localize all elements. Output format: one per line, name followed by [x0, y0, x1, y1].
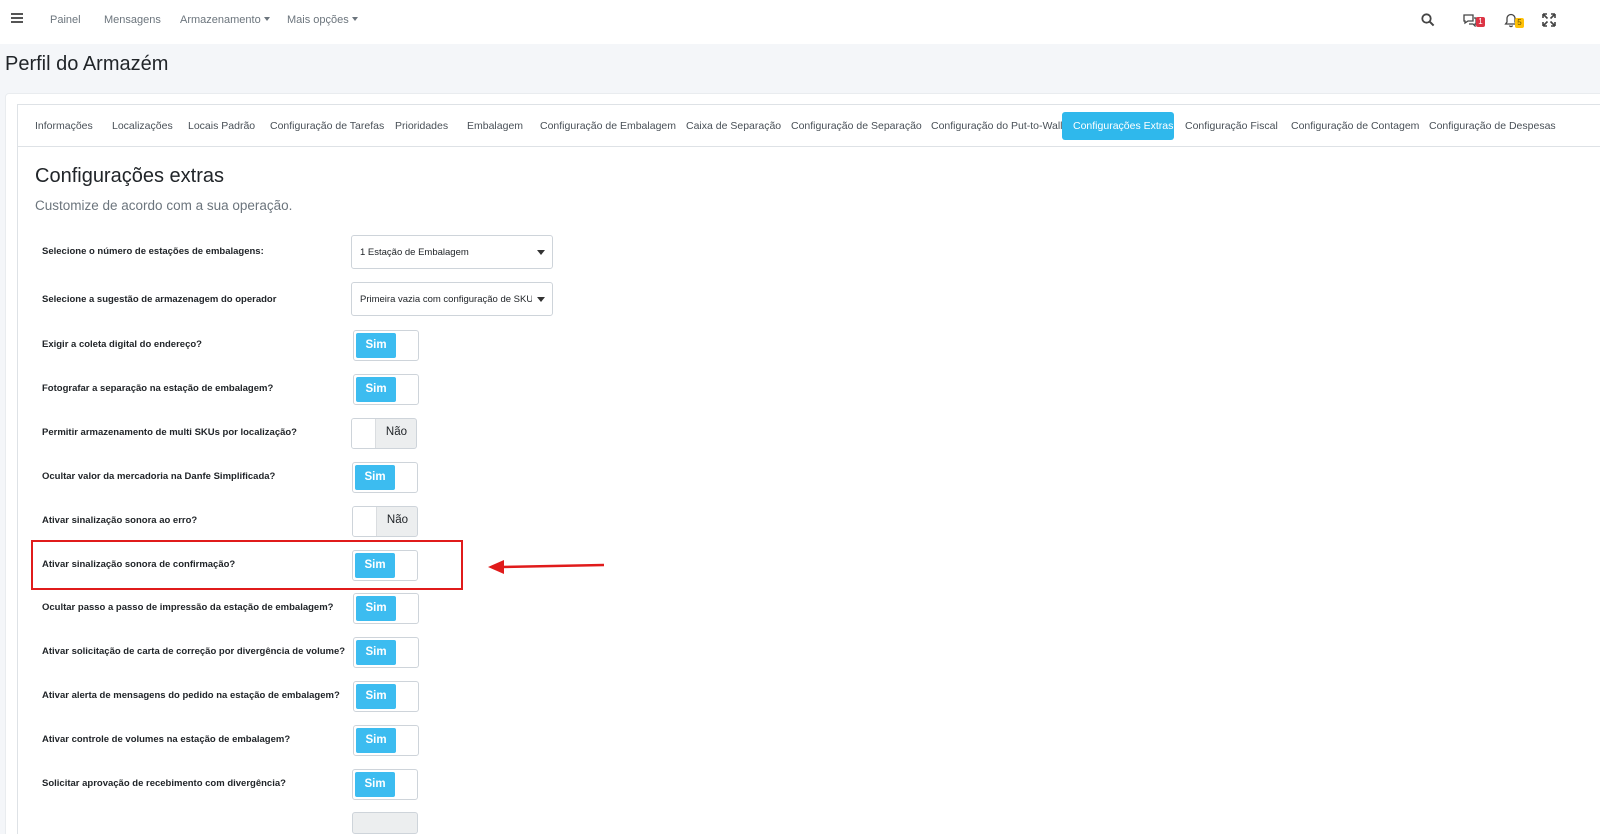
- tab-configuracao-de-despesas[interactable]: Configuração de Despesas: [1418, 112, 1567, 140]
- tab-configuracao-do-put-to-wall[interactable]: Configuração do Put-to-Wall: [920, 112, 1074, 140]
- section-subtitle: Customize de acordo com a sua operação.: [35, 198, 293, 213]
- toggle-knob: [353, 507, 377, 536]
- toggle-on-label: Sim: [356, 377, 396, 402]
- toggle-coleta-digital[interactable]: Sim: [353, 330, 419, 361]
- toggle-fotografar-separacao[interactable]: Sim: [353, 374, 419, 405]
- toggle-off-label: Não: [386, 514, 408, 526]
- nav-painel[interactable]: Painel: [50, 14, 81, 26]
- tab-embalagem[interactable]: Embalagem: [456, 112, 534, 140]
- toggle-sonora-erro[interactable]: Não: [352, 506, 418, 537]
- toggle-label-alerta-mensagens: Ativar alerta de mensagens do pedido na …: [42, 690, 340, 701]
- tab-configuracao-de-contagem[interactable]: Configuração de Contagem: [1280, 112, 1430, 140]
- toggle-off-label: Não: [385, 426, 407, 438]
- tab-bar: Informações Localizações Locais Padrão C…: [17, 104, 1600, 147]
- toggle-next-partial[interactable]: [352, 812, 418, 834]
- packing-stations-value: 1 Estação de Embalagem: [360, 247, 469, 258]
- toggle-label-aprovacao-recebimento: Solicitar aprovação de recebimento com d…: [42, 778, 286, 789]
- toggle-label-sonora-erro: Ativar sinalização sonora ao erro?: [42, 515, 198, 526]
- tab-configuracao-de-embalagem[interactable]: Configuração de Embalagem: [529, 112, 687, 140]
- section-title: Configurações extras: [35, 165, 224, 187]
- toggle-label-ocultar-passo-impressao: Ocultar passo a passo de impressão da es…: [42, 602, 334, 613]
- nav-armazenamento-label: Armazenamento: [180, 14, 261, 26]
- toggle-on-label: Sim: [356, 640, 396, 665]
- toggle-label-carta-correcao: Ativar solicitação de carta de correção …: [42, 646, 346, 657]
- tab-localizacoes[interactable]: Localizações: [101, 112, 184, 140]
- settings-panel: [17, 104, 1600, 834]
- toggle-ocultar-valor-danfe[interactable]: Sim: [352, 462, 418, 493]
- tab-configuracao-de-separacao[interactable]: Configuração de Separação: [780, 112, 933, 140]
- fullscreen-icon[interactable]: [1542, 13, 1560, 31]
- tab-configuracao-de-tarefas[interactable]: Configuração de Tarefas: [259, 112, 395, 140]
- toggle-on-label: Sim: [356, 728, 396, 753]
- toggle-label-ocultar-valor-danfe: Ocultar valor da mercadoria na Danfe Sim…: [42, 471, 276, 482]
- tab-prioridades[interactable]: Prioridades: [384, 112, 459, 140]
- toggle-multi-skus[interactable]: Não: [351, 418, 417, 449]
- packing-stations-label: Selecione o número de estações de embala…: [42, 246, 264, 257]
- packing-stations-select[interactable]: 1 Estação de Embalagem: [351, 235, 553, 269]
- toggle-ocultar-passo-impressao[interactable]: Sim: [353, 593, 419, 624]
- search-icon[interactable]: [1421, 13, 1439, 31]
- annotation-arrow-icon: [488, 560, 605, 574]
- toggle-controle-volumes[interactable]: Sim: [353, 725, 419, 756]
- tab-caixa-de-separacao[interactable]: Caixa de Separação: [675, 112, 792, 140]
- tab-configuracao-fiscal[interactable]: Configuração Fiscal: [1174, 112, 1289, 140]
- toggle-on-label: Sim: [356, 333, 396, 358]
- toggle-on-label: Sim: [355, 465, 395, 490]
- toggle-aprovacao-recebimento[interactable]: Sim: [352, 769, 418, 800]
- toggle-label-multi-skus: Permitir armazenamento de multi SKUs por…: [42, 427, 297, 438]
- toggle-on-label: Sim: [355, 772, 395, 797]
- page-title: Perfil do Armazém: [5, 53, 169, 75]
- toggle-label-coleta-digital: Exigir a coleta digital do endereço?: [42, 339, 202, 350]
- caret-down-icon: [537, 297, 545, 302]
- nav-mensagens[interactable]: Mensagens: [104, 14, 161, 26]
- nav-mais-opcoes-label: Mais opções: [287, 14, 349, 26]
- caret-down-icon: [537, 250, 545, 255]
- tab-informacoes[interactable]: Informações: [24, 112, 104, 140]
- highlight-box: [31, 540, 463, 590]
- toggle-alerta-mensagens[interactable]: Sim: [353, 681, 419, 712]
- menu-icon[interactable]: [11, 13, 23, 23]
- toggle-label-controle-volumes: Ativar controle de volumes na estação de…: [42, 734, 291, 745]
- toggle-on-label: Sim: [356, 684, 396, 709]
- nav-mais-opcoes[interactable]: Mais opções: [287, 14, 358, 26]
- toggle-on-label: Sim: [356, 596, 396, 621]
- storage-suggestion-select[interactable]: Primeira vazia com configuração de SKU: [351, 282, 553, 316]
- toggle-label-fotografar-separacao: Fotografar a separação na estação de emb…: [42, 383, 274, 394]
- storage-suggestion-label: Selecione a sugestão de armazenagem do o…: [42, 294, 277, 305]
- toggle-carta-correcao[interactable]: Sim: [353, 637, 419, 668]
- top-navbar: Painel Mensagens Armazenamento Mais opçõ…: [0, 0, 1600, 44]
- tab-configuracoes-extras[interactable]: Configurações Extras: [1062, 112, 1174, 140]
- nav-armazenamento[interactable]: Armazenamento: [180, 14, 270, 26]
- messages-badge: 1: [1476, 17, 1485, 27]
- tab-locais-padrao[interactable]: Locais Padrão: [177, 112, 266, 140]
- storage-suggestion-value: Primeira vazia com configuração de SKU: [360, 294, 532, 305]
- notifications-badge: 5: [1515, 18, 1524, 28]
- toggle-knob: [352, 419, 376, 448]
